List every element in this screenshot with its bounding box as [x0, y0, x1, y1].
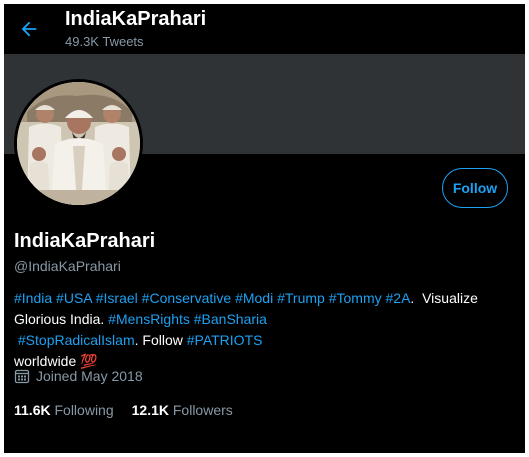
- display-name: IndiaKaPrahari: [14, 230, 156, 252]
- profile-header: IndiaKaPrahari 49.3K Tweets: [4, 4, 525, 58]
- following-count: 11.6K: [14, 402, 51, 418]
- bio-line: #India #USA #Israel #Conservative #Modi …: [14, 288, 504, 309]
- bio-line: Glorious India. #MensRights #BanSharia #…: [14, 309, 504, 351]
- followers-count: 12.1K: [131, 402, 169, 418]
- following-label: Following: [54, 402, 114, 418]
- hashtag-link[interactable]: #Israel: [96, 290, 138, 306]
- profile-page: IndiaKaPrahari 49.3K Tweets Follow India…: [4, 4, 525, 453]
- following-link[interactable]: 11.6K Following: [14, 402, 114, 418]
- hashtag-link[interactable]: #MensRights: [108, 311, 190, 327]
- hashtag-link[interactable]: #2A: [386, 290, 411, 306]
- hashtag-link[interactable]: #Trump: [277, 290, 325, 306]
- followers-label: Followers: [172, 402, 233, 418]
- bio-text: . Follow: [134, 332, 187, 348]
- tweet-count: 49.3K Tweets: [65, 34, 144, 49]
- hashtag-link[interactable]: #StopRadicalIslam: [18, 332, 135, 348]
- hashtag-link[interactable]: #India: [14, 290, 52, 306]
- followers-link[interactable]: 12.1K Followers: [132, 402, 233, 418]
- bio-text: . Visualize: [410, 290, 478, 306]
- hashtag-link[interactable]: #Tommy: [329, 290, 382, 306]
- arrow-left-icon: [21, 21, 37, 37]
- follow-button[interactable]: Follow: [442, 168, 508, 208]
- back-button[interactable]: [18, 18, 40, 40]
- joined-label: Joined May 2018: [36, 368, 143, 384]
- hashtag-link[interactable]: #BanSharia: [194, 311, 267, 327]
- follow-stats: 11.6K Following 12.1K Followers: [14, 402, 251, 418]
- bio-text: worldwide: [14, 353, 81, 369]
- hundred-points-emoji: 💯: [80, 353, 98, 369]
- bio-text: Glorious India.: [14, 311, 109, 327]
- avatar-image: [17, 82, 140, 205]
- hashtag-link[interactable]: #Modi: [235, 290, 273, 306]
- hashtag-link[interactable]: #USA: [56, 290, 92, 306]
- avatar[interactable]: [14, 79, 143, 208]
- joined-date: Joined May 2018: [14, 368, 143, 384]
- hashtag-link[interactable]: #PATRIOTS: [187, 332, 263, 348]
- handle: @IndiaKaPrahari: [14, 258, 121, 274]
- hashtag-link[interactable]: #Conservative: [142, 290, 232, 306]
- header-title: IndiaKaPrahari: [65, 8, 207, 30]
- bio: #India #USA #Israel #Conservative #Modi …: [14, 288, 504, 372]
- calendar-icon: [14, 368, 30, 384]
